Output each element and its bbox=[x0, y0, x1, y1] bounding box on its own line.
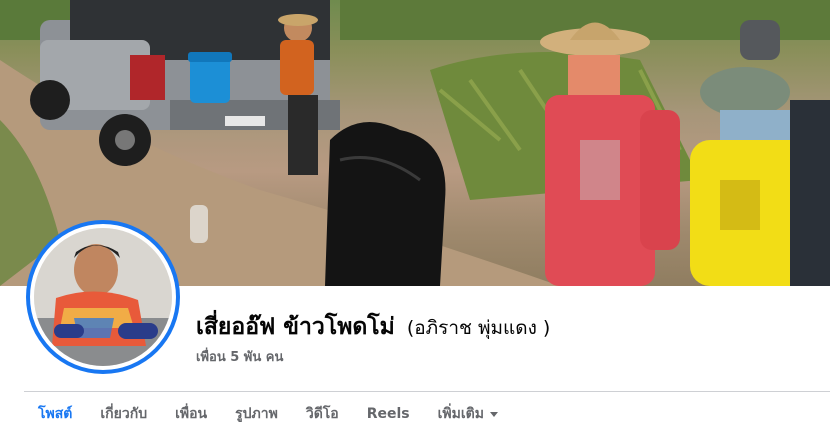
tab-label: เพื่อน bbox=[175, 406, 208, 422]
tab-posts[interactable]: โพสต์ bbox=[24, 398, 86, 430]
profile-picture-border bbox=[30, 224, 176, 370]
profile-alternate-name: (อภิราช พุ่มแดง ) bbox=[406, 317, 551, 339]
profile-tabs: โพสต์ เกี่ยวกับ เพื่อน รูปภาพ วิดีโอ Ree… bbox=[24, 398, 512, 430]
tab-about[interactable]: เกี่ยวกับ bbox=[86, 398, 161, 430]
tab-reels[interactable]: Reels bbox=[353, 398, 424, 430]
tab-label: วิดีโอ bbox=[305, 406, 339, 422]
avatar bbox=[34, 228, 172, 366]
tab-label: รูปภาพ bbox=[235, 406, 278, 422]
friends-count[interactable]: เพื่อน 5 พัน คน bbox=[196, 346, 283, 367]
tab-friends[interactable]: เพื่อน bbox=[161, 398, 221, 430]
tab-label: เพิ่มเติม bbox=[437, 406, 484, 422]
profile-name-row: เสี่ยออ๊ฟ ข้าวโพดโม่ (อภิราช พุ่มแดง ) bbox=[196, 309, 550, 345]
tab-label: เกี่ยวกับ bbox=[100, 406, 148, 422]
tab-label: โพสต์ bbox=[38, 406, 73, 422]
tab-videos[interactable]: วิดีโอ bbox=[292, 398, 353, 430]
tab-photos[interactable]: รูปภาพ bbox=[221, 398, 292, 430]
avatar-photo-illustration bbox=[34, 228, 172, 366]
profile-name: เสี่ยออ๊ฟ ข้าวโพดโม่ bbox=[196, 314, 395, 340]
tab-label: Reels bbox=[366, 406, 410, 422]
tab-more[interactable]: เพิ่มเติม bbox=[424, 398, 512, 430]
divider bbox=[24, 391, 830, 392]
profile-picture[interactable] bbox=[26, 220, 180, 374]
caret-down-icon bbox=[489, 411, 498, 417]
